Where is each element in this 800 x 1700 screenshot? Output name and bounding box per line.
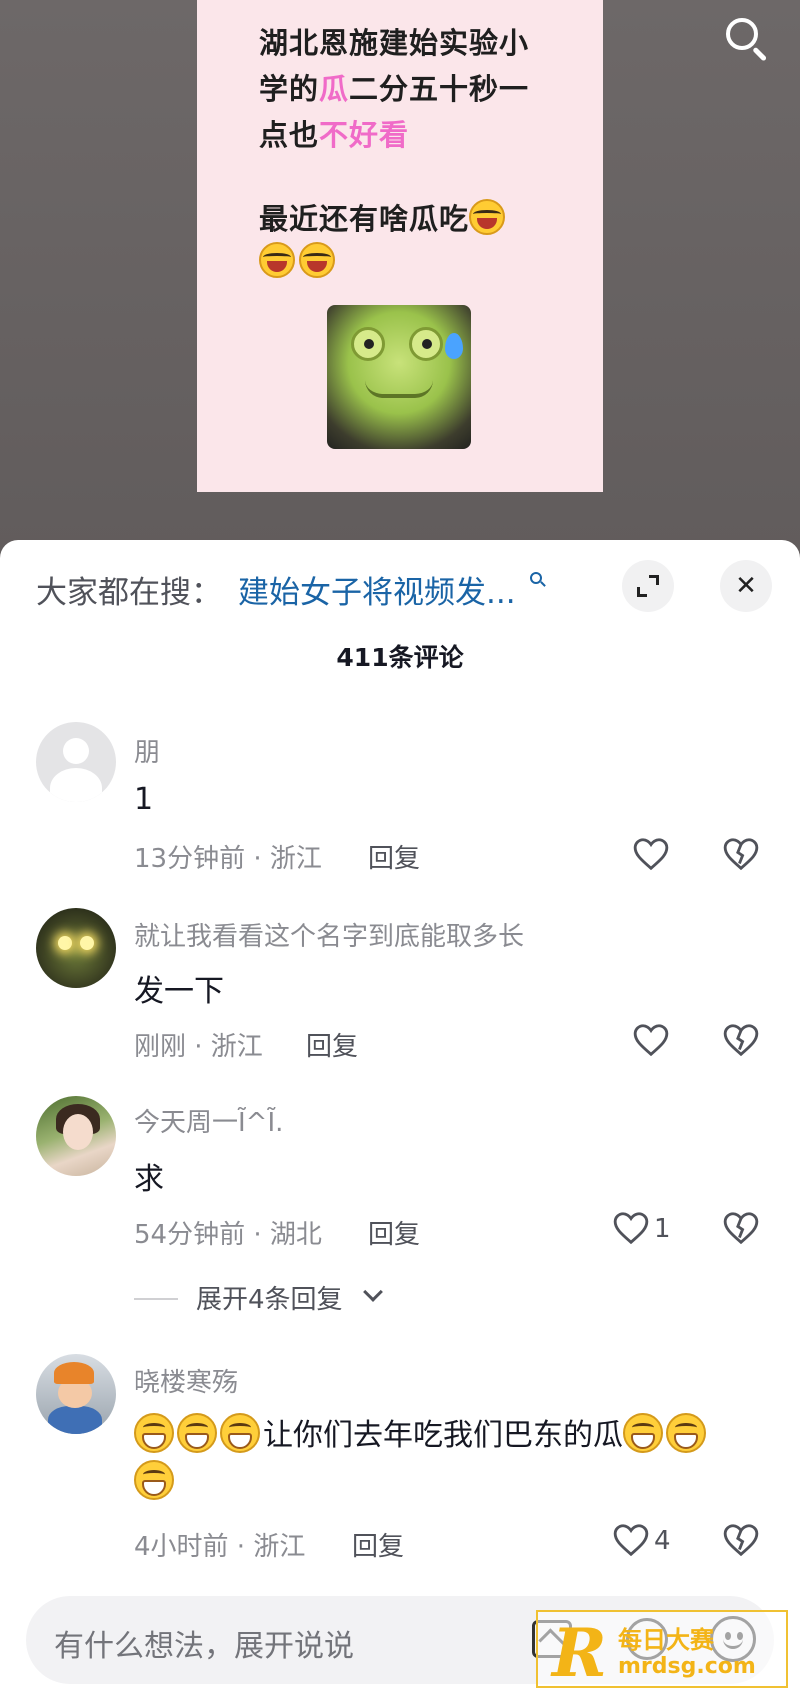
reply-button[interactable]: 回复 (306, 1026, 358, 1063)
heart-icon (633, 1024, 669, 1057)
comment-username[interactable]: 就让我看看这个名字到底能取多长 (134, 916, 524, 953)
comment-username[interactable]: 今天周一Ĩ^Ĩ. (134, 1102, 283, 1139)
like-count: 4 (654, 1526, 671, 1556)
comment-time-location: 刚刚 · 浙江 (134, 1032, 263, 1062)
dislike-icon (723, 1212, 759, 1245)
laughing-emoji-icon (299, 242, 335, 278)
reply-button[interactable]: 回复 (368, 838, 420, 875)
close-icon: ✕ (735, 571, 757, 601)
heart-icon (633, 838, 669, 871)
reply-button[interactable]: 回复 (368, 1214, 420, 1251)
grin-emoji-icon (134, 1460, 174, 1500)
like-button[interactable] (612, 1210, 654, 1248)
post-emoji-line (259, 242, 339, 279)
like-count: 1 (654, 1214, 671, 1244)
dislike-button[interactable] (722, 1022, 764, 1060)
comment-username[interactable]: 朋 (134, 732, 160, 769)
sheet-header: 大家都在搜： 建始女子将视频发... ✕ (0, 540, 800, 640)
dislike-icon (723, 1024, 759, 1057)
dislike-icon (723, 838, 759, 871)
avatar[interactable] (36, 1096, 116, 1176)
post-text-line-4: 最近还有啥瓜吃 (259, 196, 509, 238)
expand-button[interactable] (622, 560, 674, 612)
dislike-icon (723, 1524, 759, 1557)
comment-text-continued (134, 1460, 177, 1500)
comment-text: 1 (134, 782, 154, 817)
watermark-r-glyph: R (552, 1614, 607, 1692)
grin-emoji-icon (177, 1413, 217, 1453)
search-icon[interactable] (724, 16, 770, 62)
comment-time-location: 54分钟前 · 湖北 (134, 1220, 322, 1250)
comment-text: 让你们去年吃我们巴东的瓜 (134, 1410, 709, 1454)
avatar[interactable] (36, 908, 116, 988)
like-button[interactable] (632, 836, 674, 874)
heart-icon (613, 1212, 649, 1245)
grin-emoji-icon (666, 1413, 706, 1453)
post-image: 湖北恩施建始实验小 学的瓜二分五十秒一 点也不好看 最近还有啥瓜吃 (197, 0, 603, 492)
post-text-line-2: 学的瓜二分五十秒一 (259, 72, 530, 106)
dislike-button[interactable] (722, 836, 764, 874)
like-button[interactable] (612, 1522, 654, 1560)
post-text-line-3: 点也不好看 (259, 118, 410, 152)
avatar[interactable] (36, 1354, 116, 1434)
heart-icon (613, 1524, 649, 1557)
laughing-emoji-icon (259, 242, 295, 278)
laughing-emoji-icon (469, 199, 506, 235)
post-text-line-1: 湖北恩施建始实验小 (259, 26, 530, 60)
comment-text: 发一下 (134, 974, 224, 1009)
comment-input-placeholder: 有什么想法，展开说说 (54, 1629, 354, 1664)
comment-count: 411条评论 (336, 643, 464, 672)
reply-button[interactable]: 回复 (352, 1526, 404, 1563)
grin-emoji-icon (220, 1413, 260, 1453)
dislike-button[interactable] (722, 1210, 764, 1248)
comment-username[interactable]: 晓楼寒殇 (134, 1362, 238, 1399)
dislike-button[interactable] (722, 1522, 764, 1560)
watermark-logo: R 每日大赛 mrdsg.com (536, 1610, 788, 1692)
trending-search-link[interactable]: 建始女子将视频发... (238, 567, 516, 612)
avatar[interactable] (36, 722, 116, 802)
expand-icon (637, 575, 659, 597)
watermark-url: mrdsg.com (618, 1654, 756, 1679)
comment-time-location: 13分钟前 · 浙江 (134, 844, 322, 874)
close-button[interactable]: ✕ (720, 560, 772, 612)
watermark-brand: 每日大赛 (618, 1626, 714, 1654)
like-button[interactable] (632, 1022, 674, 1060)
trending-search-label: 大家都在搜： (36, 575, 222, 611)
comment-text: 求 (134, 1162, 164, 1197)
search-icon[interactable] (530, 572, 548, 590)
grin-emoji-icon (134, 1413, 174, 1453)
frog-sticker-image (327, 305, 471, 449)
grin-emoji-icon (623, 1413, 663, 1453)
comment-time-location: 4小时前 · 浙江 (134, 1532, 306, 1562)
sweat-drop-icon (445, 333, 463, 359)
